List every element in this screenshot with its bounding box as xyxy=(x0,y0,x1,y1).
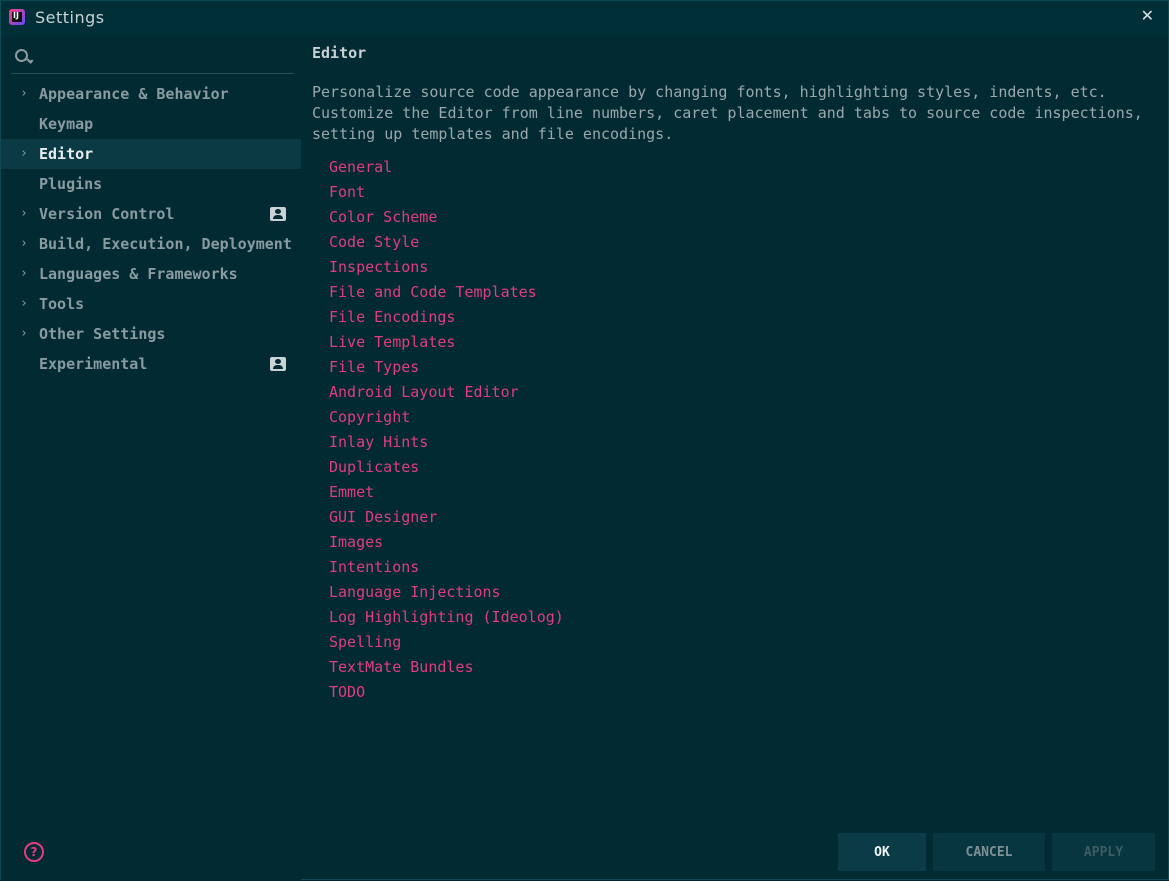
app-icon-letter: IJ xyxy=(13,11,19,20)
intellij-app-icon: IJ xyxy=(9,9,25,25)
sidebar-item-keymap[interactable]: Keymap xyxy=(1,109,301,139)
settings-sidebar: ▾ › Appearance & Behavior Keymap › Editor Plu… xyxy=(1,35,301,881)
sidebar-item-other-settings[interactable]: › Other Settings xyxy=(1,319,301,349)
link-spelling[interactable]: Spelling xyxy=(329,630,564,655)
link-log-highlighting-ideolog[interactable]: Log Highlighting (Ideolog) xyxy=(329,605,564,630)
link-duplicates[interactable]: Duplicates xyxy=(329,455,564,480)
link-code-style[interactable]: Code Style xyxy=(329,230,564,255)
sidebar-item-label: Plugins xyxy=(39,175,103,193)
ok-button[interactable]: OK xyxy=(838,833,926,871)
sidebar-item-plugins[interactable]: Plugins xyxy=(1,169,301,199)
link-live-templates[interactable]: Live Templates xyxy=(329,330,564,355)
settings-window: IJ Settings ✕ ▾ › Appearance & Behavior Ke… xyxy=(0,0,1169,881)
link-file-and-code-templates[interactable]: File and Code Templates xyxy=(329,280,564,305)
chevron-right-icon[interactable]: › xyxy=(20,199,28,229)
search-icon xyxy=(15,49,28,62)
link-intentions[interactable]: Intentions xyxy=(329,555,564,580)
sidebar-item-experimental[interactable]: Experimental xyxy=(1,349,301,379)
settings-tree: › Appearance & Behavior Keymap › Editor Plugi… xyxy=(1,79,301,379)
sidebar-item-label: Editor xyxy=(39,145,94,163)
search-options-chevron-icon[interactable]: ▾ xyxy=(29,57,34,67)
sidebar-item-editor[interactable]: › Editor xyxy=(1,139,301,169)
chevron-right-icon[interactable]: › xyxy=(20,319,28,349)
sidebar-item-tools[interactable]: › Tools xyxy=(1,289,301,319)
cancel-button[interactable]: CANCEL xyxy=(933,833,1045,871)
sidebar-item-label: Experimental xyxy=(39,355,148,373)
profile-icon xyxy=(270,207,286,221)
settings-search[interactable]: ▾ xyxy=(11,43,294,74)
link-textmate-bundles[interactable]: TextMate Bundles xyxy=(329,655,564,680)
link-file-types[interactable]: File Types xyxy=(329,355,564,380)
sidebar-item-appearance-behavior[interactable]: › Appearance & Behavior xyxy=(1,79,301,109)
editor-subpage-links: General Font Color Scheme Code Style Inspect… xyxy=(329,155,564,705)
title-bar: IJ Settings ✕ xyxy=(1,1,1168,35)
link-file-encodings[interactable]: File Encodings xyxy=(329,305,564,330)
link-images[interactable]: Images xyxy=(329,530,564,555)
chevron-right-icon[interactable]: › xyxy=(20,259,28,289)
link-todo[interactable]: TODO xyxy=(329,680,564,705)
apply-button[interactable]: APPLY xyxy=(1052,833,1155,871)
chevron-right-icon[interactable]: › xyxy=(20,139,28,169)
sidebar-item-version-control[interactable]: › Version Control xyxy=(1,199,301,229)
sidebar-item-label: Other Settings xyxy=(39,325,166,343)
sidebar-item-build-execution-deployment[interactable]: › Build, Execution, Deployment xyxy=(1,229,301,259)
sidebar-item-label: Tools xyxy=(39,295,85,313)
sidebar-item-label: Appearance & Behavior xyxy=(39,85,229,103)
close-icon[interactable]: ✕ xyxy=(1141,6,1154,25)
link-language-injections[interactable]: Language Injections xyxy=(329,580,564,605)
sidebar-item-languages-frameworks[interactable]: › Languages & Frameworks xyxy=(1,259,301,289)
sidebar-item-label: Build, Execution, Deployment xyxy=(39,235,292,253)
link-copyright[interactable]: Copyright xyxy=(329,405,564,430)
window-title: Settings xyxy=(35,8,105,27)
chevron-right-icon[interactable]: › xyxy=(20,289,28,319)
link-general[interactable]: General xyxy=(329,155,564,180)
chevron-right-icon[interactable]: › xyxy=(20,229,28,259)
page-title: Editor xyxy=(312,44,367,62)
page-description: Personalize source code appearance by ch… xyxy=(312,83,1143,143)
help-icon[interactable]: ? xyxy=(24,842,44,862)
chevron-right-icon[interactable]: › xyxy=(20,79,28,109)
link-inlay-hints[interactable]: Inlay Hints xyxy=(329,430,564,455)
link-emmet[interactable]: Emmet xyxy=(329,480,564,505)
sidebar-item-label: Keymap xyxy=(39,115,94,133)
sidebar-item-label: Version Control xyxy=(39,205,175,223)
profile-icon xyxy=(270,357,286,371)
link-android-layout-editor[interactable]: Android Layout Editor xyxy=(329,380,564,405)
link-color-scheme[interactable]: Color Scheme xyxy=(329,205,564,230)
link-font[interactable]: Font xyxy=(329,180,564,205)
search-input[interactable] xyxy=(41,47,285,69)
link-inspections[interactable]: Inspections xyxy=(329,255,564,280)
sidebar-item-label: Languages & Frameworks xyxy=(39,265,238,283)
link-gui-designer[interactable]: GUI Designer xyxy=(329,505,564,530)
